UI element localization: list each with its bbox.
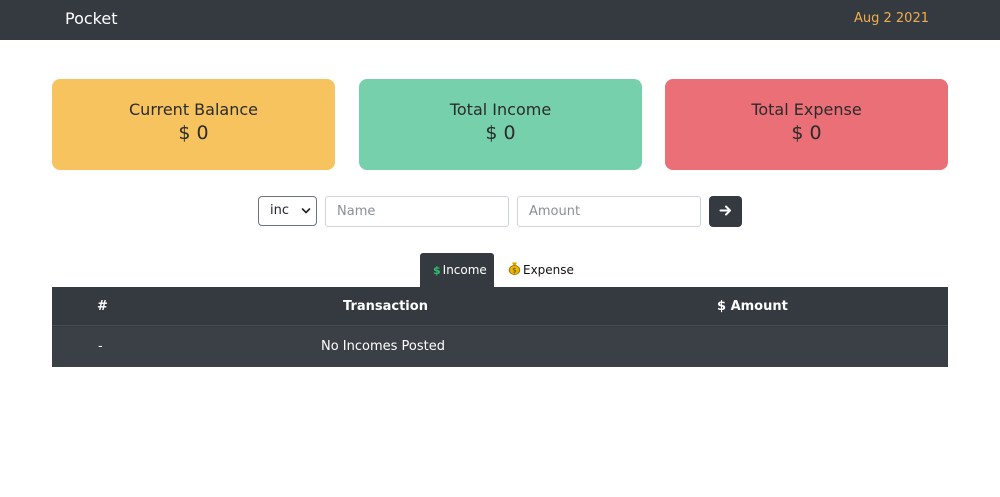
- name-input[interactable]: [325, 196, 509, 227]
- money-bag-icon: $: [508, 261, 521, 279]
- type-select-value: inc: [270, 203, 289, 218]
- brand-logo[interactable]: Pocket: [65, 9, 117, 28]
- card-value: $ 0: [178, 122, 209, 144]
- row-number: -: [98, 339, 103, 354]
- current-date: Aug 2 2021: [853, 11, 929, 26]
- current-balance-card: Current Balance $ 0: [52, 79, 335, 170]
- card-title: Total Expense: [751, 100, 862, 119]
- tab-label: Expense: [523, 263, 574, 277]
- column-header-number: #: [97, 299, 108, 314]
- svg-text:$: $: [512, 267, 516, 275]
- card-value: $ 0: [791, 122, 822, 144]
- column-header-amount: $ Amount: [717, 299, 788, 314]
- total-income-card: Total Income $ 0: [359, 79, 642, 170]
- tab-income[interactable]: $ Income: [420, 253, 494, 287]
- dollar-icon: $: [433, 263, 441, 277]
- column-header-transaction: Transaction: [343, 299, 428, 314]
- arrow-right-icon: [719, 204, 732, 220]
- submit-button[interactable]: [709, 196, 742, 227]
- type-select[interactable]: inc: [258, 196, 317, 226]
- card-value: $ 0: [485, 122, 516, 144]
- card-title: Total Income: [449, 100, 552, 119]
- tab-label: Income: [442, 263, 487, 277]
- navbar: Pocket Aug 2 2021: [0, 0, 1000, 40]
- table-row: - No Incomes Posted: [52, 327, 948, 367]
- amount-input[interactable]: [517, 196, 701, 227]
- transactions-table: # Transaction $ Amount - No Incomes Post…: [52, 287, 948, 367]
- row-transaction: No Incomes Posted: [321, 339, 446, 354]
- chevron-down-icon: [301, 197, 311, 237]
- tab-expense[interactable]: $ Expense: [496, 253, 586, 287]
- total-expense-card: Total Expense $ 0: [665, 79, 948, 170]
- card-title: Current Balance: [129, 100, 258, 119]
- table-header: # Transaction $ Amount: [52, 287, 948, 326]
